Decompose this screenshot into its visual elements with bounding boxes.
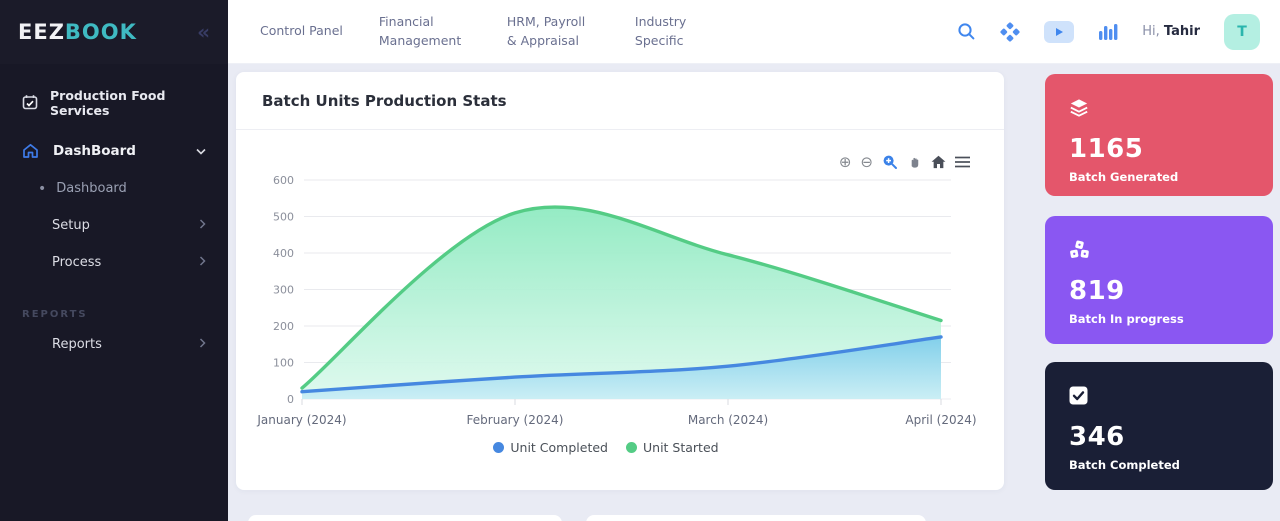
video-play-icon[interactable] [1044, 21, 1074, 43]
chart-body: ⊕ ⊖ 0 100 200 300 400 500 600 January (2024) Feb… [236, 130, 1004, 490]
svg-text:500: 500 [273, 211, 294, 224]
sidebar-item-process[interactable]: Process [0, 244, 228, 281]
avatar[interactable]: T [1224, 14, 1260, 50]
legend-dot-icon [493, 442, 504, 453]
sidebar-item-label: DashBoard [53, 143, 136, 159]
svg-text:100: 100 [273, 357, 294, 370]
svg-text:400: 400 [273, 247, 294, 260]
topbar-actions: Hi, Tahir T [957, 14, 1280, 50]
svg-text:600: 600 [273, 174, 294, 187]
nav-control-panel[interactable]: Control Panel [260, 22, 343, 41]
sidebar-item-label: Setup [52, 218, 90, 233]
svg-text:200: 200 [273, 320, 294, 333]
stat-label: Batch Completed [1069, 458, 1249, 472]
stat-label: Batch Generated [1069, 170, 1249, 184]
zoom-out-icon[interactable]: ⊖ [860, 155, 873, 170]
brand-logo[interactable]: EEZBOOK [18, 20, 137, 44]
pan-icon[interactable] [907, 155, 922, 170]
chevron-right-icon [199, 218, 206, 233]
stat-card-batch-completed: 346 Batch Completed [1045, 362, 1273, 490]
sidebar-section-reports: REPORTS [0, 281, 228, 326]
nav-hrm-payroll[interactable]: HRM, Payroll & Appraisal [507, 13, 599, 51]
production-stats-card: Batch Units Production Stats ⊕ ⊖ 01002 [236, 72, 1004, 490]
cubes-icon [1069, 240, 1249, 262]
reset-home-icon[interactable] [931, 155, 946, 169]
selection-zoom-icon[interactable] [882, 154, 898, 170]
sidebar-item-label: Reports [52, 337, 102, 352]
user-name: Tahir [1164, 24, 1200, 39]
bottom-card-right [586, 515, 926, 521]
greeting-prefix: Hi, [1142, 24, 1160, 39]
svg-text:0: 0 [287, 393, 294, 406]
svg-text:300: 300 [273, 284, 294, 297]
bottom-card-left [248, 515, 562, 521]
layers-icon [1069, 98, 1249, 120]
chart-card-header: Batch Units Production Stats [236, 72, 1004, 130]
nav-financial-management[interactable]: Financial Management [379, 13, 471, 51]
user-greeting: Hi, Tahir [1142, 24, 1200, 39]
sidebar: EEZBOOK « Production Food Services DashB… [0, 0, 228, 521]
legend-label: Unit Completed [510, 440, 608, 455]
calendar-check-icon [22, 94, 38, 113]
legend-label: Unit Started [643, 440, 719, 455]
chart-title: Batch Units Production Stats [262, 92, 507, 110]
menu-icon[interactable] [955, 156, 970, 168]
svg-text:January (2024): January (2024) [256, 413, 346, 427]
bullet-icon: • [38, 182, 46, 196]
app-root: EEZBOOK « Production Food Services DashB… [0, 0, 1280, 521]
topbar: Control Panel Financial Management HRM, … [228, 0, 1280, 64]
stat-card-batch-generated: 1165 Batch Generated [1045, 74, 1273, 196]
sidebar-item-dashboard-child[interactable]: • Dashboard [0, 170, 228, 207]
svg-text:April (2024): April (2024) [905, 413, 976, 427]
sidebar-item-reports[interactable]: Reports [0, 326, 228, 363]
chart-legend: Unit Completed Unit Started [236, 440, 976, 455]
legend-item[interactable]: Unit Started [626, 440, 719, 455]
brand-part1: EEZ [18, 20, 65, 44]
stat-label: Batch In progress [1069, 312, 1249, 326]
stat-value: 1165 [1069, 134, 1249, 164]
stat-value: 346 [1069, 422, 1249, 452]
topbar-nav: Control Panel Financial Management HRM, … [228, 13, 727, 51]
chevron-right-icon [199, 255, 206, 270]
production-stats-chart[interactable]: 0 100 200 300 400 500 600 January (2024) Februar… [236, 155, 976, 436]
search-icon[interactable] [957, 22, 976, 41]
sidebar-item-label: Process [52, 255, 101, 270]
svg-text:February (2024): February (2024) [467, 413, 564, 427]
bar-chart-icon[interactable] [1098, 22, 1118, 41]
brand-part2: BOOK [65, 20, 137, 44]
checkbox-icon [1069, 386, 1249, 408]
zoom-in-icon[interactable]: ⊕ [839, 155, 852, 170]
chevron-right-icon [199, 337, 206, 352]
chevron-down-icon [196, 143, 206, 159]
home-icon [22, 143, 39, 159]
company-name: Production Food Services [50, 88, 206, 118]
sidebar-item-setup[interactable]: Setup [0, 207, 228, 244]
chart-toolbar: ⊕ ⊖ [839, 154, 970, 170]
sidebar-item-dashboard-parent[interactable]: DashBoard [0, 132, 228, 170]
nav-industry-specific[interactable]: Industry Specific [635, 13, 727, 51]
stat-card-batch-in-progress: 819 Batch In progress [1045, 216, 1273, 344]
sidebar-subitem-label: Dashboard [56, 181, 127, 196]
logo-row: EEZBOOK « [0, 0, 228, 64]
apps-diamond-icon[interactable] [1000, 22, 1020, 42]
legend-dot-icon [626, 442, 637, 453]
sidebar-company: Production Food Services [0, 64, 228, 128]
legend-item[interactable]: Unit Completed [493, 440, 608, 455]
stat-value: 819 [1069, 276, 1249, 306]
sidebar-collapse-icon[interactable]: « [197, 20, 210, 44]
svg-text:March (2024): March (2024) [688, 413, 768, 427]
